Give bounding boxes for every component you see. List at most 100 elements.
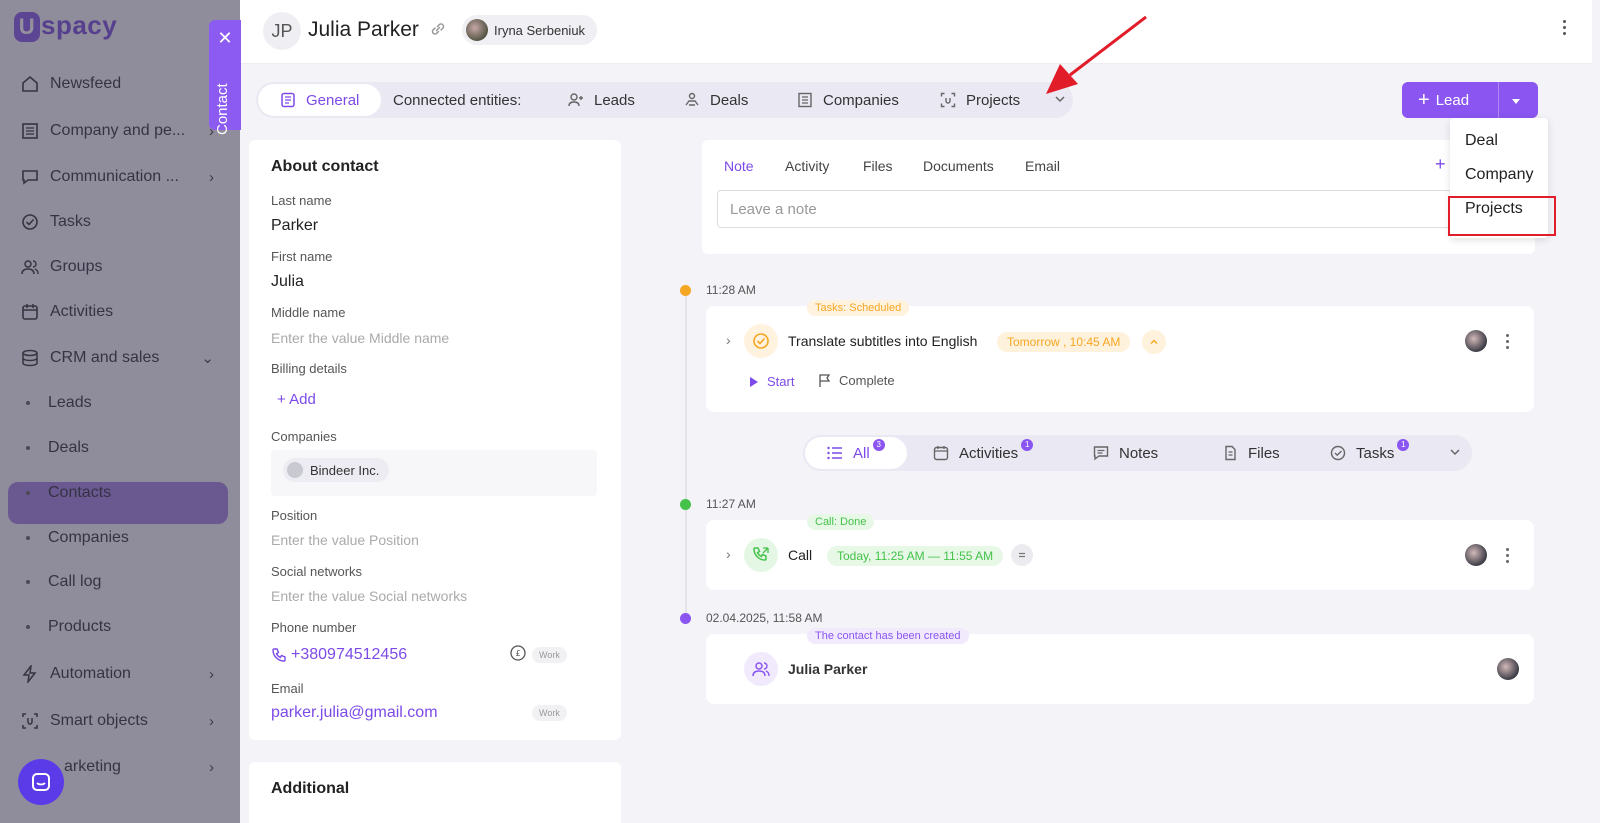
task-time: 11:28 AM [706, 283, 756, 297]
phone-link[interactable]: +380974512456 [271, 646, 407, 664]
last-name-label: Last name [271, 193, 332, 208]
task-card: › Translate subtitles into English Tomor… [706, 306, 1534, 412]
tab-leads[interactable]: Leads [568, 82, 635, 118]
company-icon [287, 462, 303, 478]
tab-activity[interactable]: Activity [785, 158, 829, 174]
more-options-icon[interactable] [1506, 334, 1509, 349]
tab-general[interactable]: General [258, 84, 382, 116]
assignee-avatar[interactable] [1465, 330, 1487, 352]
chevron-down-icon[interactable] [1449, 445, 1461, 463]
sidebar-item-automation[interactable]: Automation › [20, 659, 220, 689]
tab-label: Projects [966, 91, 1021, 109]
caller-avatar[interactable] [1465, 544, 1487, 566]
sidebar-item-tasks[interactable]: Tasks [20, 207, 220, 237]
sidebar-item-groups[interactable]: Groups [20, 252, 220, 282]
filter-files[interactable]: Files [1222, 435, 1280, 471]
close-icon[interactable]: ✕ [209, 28, 241, 49]
tab-files[interactable]: Files [863, 158, 893, 174]
companies-field[interactable]: Bindeer Inc. [271, 450, 597, 496]
support-chat-button[interactable] [18, 759, 64, 805]
add-billing-button[interactable]: + Add [277, 391, 316, 408]
start-button[interactable]: Start [749, 374, 794, 389]
complete-button[interactable]: Complete [818, 373, 895, 388]
filter-activities[interactable]: Activities 1 [933, 435, 1034, 471]
middle-name-field[interactable]: Enter the value Middle name [271, 330, 449, 346]
sidebar-item-crm[interactable]: CRM and sales ⌄ [20, 343, 220, 373]
social-field[interactable]: Enter the value Social networks [271, 588, 467, 604]
task-title[interactable]: Translate subtitles into English [788, 333, 977, 349]
plus-icon: + [1418, 88, 1430, 111]
sidebar-item-activities[interactable]: Activities [20, 297, 220, 327]
sidebar: Uspacy Newsfeed Company and pe... › Comm… [0, 0, 240, 823]
additional-card: Additional [249, 762, 621, 823]
file-icon [1222, 445, 1238, 461]
entity-tabbar: General Connected entities: Leads Deals … [256, 82, 1073, 118]
create-lead-button[interactable]: + Lead [1402, 82, 1538, 118]
call-title[interactable]: Call [788, 547, 812, 563]
filter-all[interactable]: All 3 [805, 437, 907, 469]
filter-count: 1 [1397, 439, 1410, 451]
sidebar-item-newsfeed[interactable]: Newsfeed [20, 69, 220, 99]
sidebar-subitem-call-log[interactable]: Call log [26, 567, 101, 597]
chevron-down-icon[interactable] [1054, 92, 1066, 110]
filter-tasks[interactable]: Tasks 1 [1330, 435, 1410, 471]
middle-name-label: Middle name [271, 305, 346, 320]
tab-companies[interactable]: Companies [797, 82, 899, 118]
creator-avatar[interactable] [1497, 658, 1519, 680]
more-options-icon[interactable] [1563, 20, 1566, 35]
projects-icon [940, 92, 956, 108]
tab-note[interactable]: Note [724, 158, 754, 174]
link-icon[interactable] [429, 20, 447, 43]
sidebar-item-label: CRM and sales [50, 349, 160, 366]
user-plus-icon [568, 92, 584, 108]
last-name-field[interactable]: Parker [271, 217, 318, 235]
social-label: Social networks [271, 564, 363, 579]
contact-panel-tab[interactable]: ✕ Contact [209, 20, 241, 135]
created-card: Julia Parker [706, 634, 1534, 704]
uspacy-logo[interactable]: Uspacy [14, 10, 117, 42]
sidebar-item-smart-objects[interactable]: Smart objects › [20, 706, 220, 736]
sidebar-subitem-leads[interactable]: Leads [26, 388, 92, 418]
sidebar-subitem-contacts[interactable]: Contacts [26, 478, 111, 508]
created-title[interactable]: Julia Parker [788, 661, 867, 677]
sidebar-item-label: Communication ... [50, 168, 179, 185]
sidebar-subitem-label: Products [48, 618, 112, 635]
tab-documents[interactable]: Documents [923, 158, 994, 174]
equals-icon[interactable] [1011, 544, 1033, 566]
building-icon [20, 121, 40, 141]
chevron-up-icon[interactable] [1142, 330, 1166, 354]
menu-item-company[interactable]: Company [1465, 166, 1533, 184]
owner-chip[interactable]: Iryna Serbeniuk [462, 15, 598, 45]
company-chip[interactable]: Bindeer Inc. [283, 458, 390, 482]
sidebar-subitem-deals[interactable]: Deals [26, 433, 89, 463]
sidebar-subitem-label: Companies [48, 529, 129, 546]
sidebar-subitem-companies[interactable]: Companies [26, 523, 129, 553]
caret-down-icon[interactable] [1510, 94, 1522, 111]
filter-notes[interactable]: Notes [1093, 435, 1158, 471]
sidebar-subitem-products[interactable]: Products [26, 612, 111, 642]
chevron-right-icon[interactable]: › [726, 332, 731, 348]
sidebar-item-label: Company and pe... [50, 122, 186, 139]
calendar-icon [20, 302, 40, 322]
scrollbar[interactable] [1592, 0, 1600, 823]
plus-icon[interactable]: + [1435, 154, 1446, 175]
email-link[interactable]: parker.julia@gmail.com [271, 704, 438, 722]
menu-item-deal[interactable]: Deal [1465, 132, 1498, 150]
tab-email[interactable]: Email [1025, 158, 1060, 174]
building-icon [797, 92, 813, 108]
chevron-right-icon[interactable]: › [726, 546, 731, 562]
timeline-dot [680, 499, 691, 510]
call-card: › Call Today, 11:25 AM — 11:55 AM [706, 520, 1534, 590]
sidebar-item-company[interactable]: Company and pe... › [20, 116, 220, 146]
first-name-field[interactable]: Julia [271, 273, 304, 291]
sidebar-item-communication[interactable]: Communication ... › [20, 162, 220, 192]
tab-deals[interactable]: Deals [684, 82, 748, 118]
companies-label: Companies [271, 429, 337, 444]
lightning-icon [20, 664, 40, 684]
position-field[interactable]: Enter the value Position [271, 532, 419, 548]
phone-type-badge: Work [532, 647, 567, 663]
check-circle-icon [20, 212, 40, 232]
note-input[interactable]: Leave a note [717, 190, 1477, 228]
tab-projects[interactable]: Projects [940, 82, 1020, 118]
more-options-icon[interactable] [1506, 548, 1509, 563]
